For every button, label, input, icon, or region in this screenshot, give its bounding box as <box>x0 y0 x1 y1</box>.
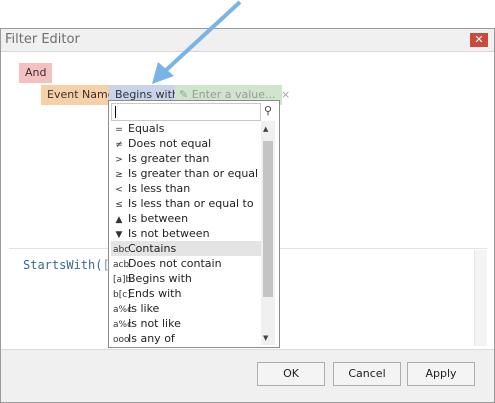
scroll-down-icon[interactable]: ▼ <box>263 334 268 342</box>
operator-label: Ends with <box>128 287 182 300</box>
operator-label: Does not contain <box>128 257 222 270</box>
operator-label: Is greater than <box>128 152 210 165</box>
operator-item[interactable]: ≤ Is less than or equal to <box>111 196 261 211</box>
scroll-up-icon[interactable]: ▲ <box>263 125 268 133</box>
operator-list-scrollbar[interactable]: ▲ ▼ <box>261 121 275 345</box>
operator-label: Begins with <box>128 272 192 285</box>
operator-item[interactable]: ▲ Is between <box>111 211 261 226</box>
scrollbar-thumb[interactable] <box>263 141 273 297</box>
text-caret <box>115 106 116 118</box>
operator-label: Is greater than or equal to <box>128 167 273 180</box>
operator-item[interactable]: acbDoes not contain <box>111 256 261 271</box>
operator-item[interactable]: [a]bBegins with <box>111 271 261 286</box>
expression-scrollbar[interactable] <box>474 250 487 346</box>
operator-item[interactable]: abcContains <box>111 241 261 256</box>
operator-label: Contains <box>128 242 177 255</box>
apply-button[interactable]: Apply <box>407 362 475 386</box>
window-title: Filter Editor <box>5 32 80 47</box>
operator-item[interactable]: oooIs any of <box>111 331 261 346</box>
operator-item[interactable]: < Is less than <box>111 181 261 196</box>
operator-item[interactable]: a%cIs like <box>111 301 261 316</box>
operator-label: Equals <box>128 122 165 135</box>
operator-icon: ooo <box>113 335 130 345</box>
operator-label: Does not equal <box>128 137 212 150</box>
operator-label: Is any of <box>128 332 175 345</box>
operator-label: Is like <box>128 302 160 315</box>
operator-item[interactable]: a%cIs not like <box>111 316 261 331</box>
expression-function: StartsWith( <box>23 258 103 272</box>
operator-item[interactable]: b[c]Ends with <box>111 286 261 301</box>
operator-label: Is between <box>128 212 189 225</box>
operator-item[interactable]: = Equals <box>111 121 261 136</box>
close-button[interactable]: ✕ <box>470 33 488 47</box>
dialog-footer: OK Cancel Apply <box>1 349 494 402</box>
operator-item[interactable]: > Is greater than <box>111 151 261 166</box>
operator-item[interactable]: ▼ Is not between <box>111 226 261 241</box>
operator-label: Is not like <box>128 317 181 330</box>
operator-label: Is less than <box>128 182 191 195</box>
search-icon[interactable]: ⚲ <box>261 103 275 119</box>
titlebar: Filter Editor ✕ <box>1 29 494 52</box>
operator-dropdown: ⚲ = Equals ≠ Does not equal > Is greater than… <box>108 100 280 348</box>
cancel-button[interactable]: Cancel <box>333 362 401 386</box>
operator-item[interactable]: ≥ Is greater than or equal to <box>111 166 272 181</box>
operator-label: Is not between <box>128 227 210 240</box>
operator-item[interactable]: ≠ Does not equal <box>111 136 261 151</box>
expression-text: StartsWith([ <box>23 258 110 272</box>
remove-condition-button[interactable]: × <box>281 85 290 105</box>
operator-label: Is less than or equal to <box>128 197 254 210</box>
operator-list: = Equals ≠ Does not equal > Is greater than ≥ I… <box>111 121 273 346</box>
ok-button[interactable]: OK <box>257 362 325 386</box>
group-operator-chip[interactable]: And <box>19 63 53 83</box>
operator-search-input[interactable] <box>111 103 261 121</box>
close-icon: ✕ <box>474 33 484 46</box>
